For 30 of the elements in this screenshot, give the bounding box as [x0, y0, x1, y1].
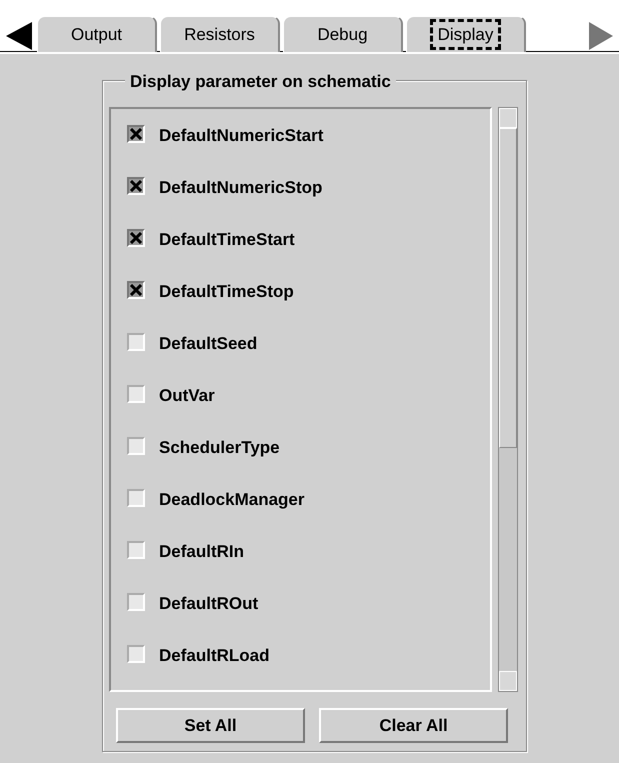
checkbox[interactable]: [127, 489, 145, 507]
checkbox[interactable]: [127, 125, 145, 143]
checkbox-label: DefaultNumericStop: [159, 177, 322, 199]
tab[interactable]: Debug: [283, 16, 403, 52]
checkbox[interactable]: [127, 177, 145, 195]
tab[interactable]: Output: [37, 16, 157, 52]
tab[interactable]: Display: [406, 16, 526, 52]
checkbox-label: DefaultTimeStop: [159, 281, 294, 303]
checkbox[interactable]: [127, 437, 145, 455]
checkbox[interactable]: [127, 645, 145, 663]
checkbox[interactable]: [127, 333, 145, 351]
checkbox-label: DefaultSeed: [159, 333, 258, 355]
checkbox[interactable]: [127, 541, 145, 559]
tab[interactable]: Resistors: [160, 16, 280, 52]
checkbox[interactable]: [127, 593, 145, 611]
checkbox-label: DeadlockManager: [159, 489, 304, 511]
checkbox-label: DefaultROut: [159, 593, 258, 615]
checkbox-label: DefaultTimeStart: [159, 229, 295, 251]
action-button[interactable]: Set All: [116, 708, 305, 743]
checkbox[interactable]: [127, 281, 145, 299]
checkbox[interactable]: [127, 385, 145, 403]
action-button[interactable]: Clear All: [319, 708, 508, 743]
scroll-left-arrow-icon[interactable]: [4, 22, 34, 50]
checkbox-label: SchedulerType: [159, 437, 280, 459]
checkbox-label: DefaultRIn: [159, 541, 244, 563]
checkbox-label: OutVar: [159, 385, 215, 407]
checkbox-label: DefaultRLoad: [159, 645, 270, 667]
scrollbar[interactable]: [498, 107, 518, 692]
checkbox[interactable]: [127, 229, 145, 247]
checkbox-label: DefaultNumericStart: [159, 125, 324, 147]
